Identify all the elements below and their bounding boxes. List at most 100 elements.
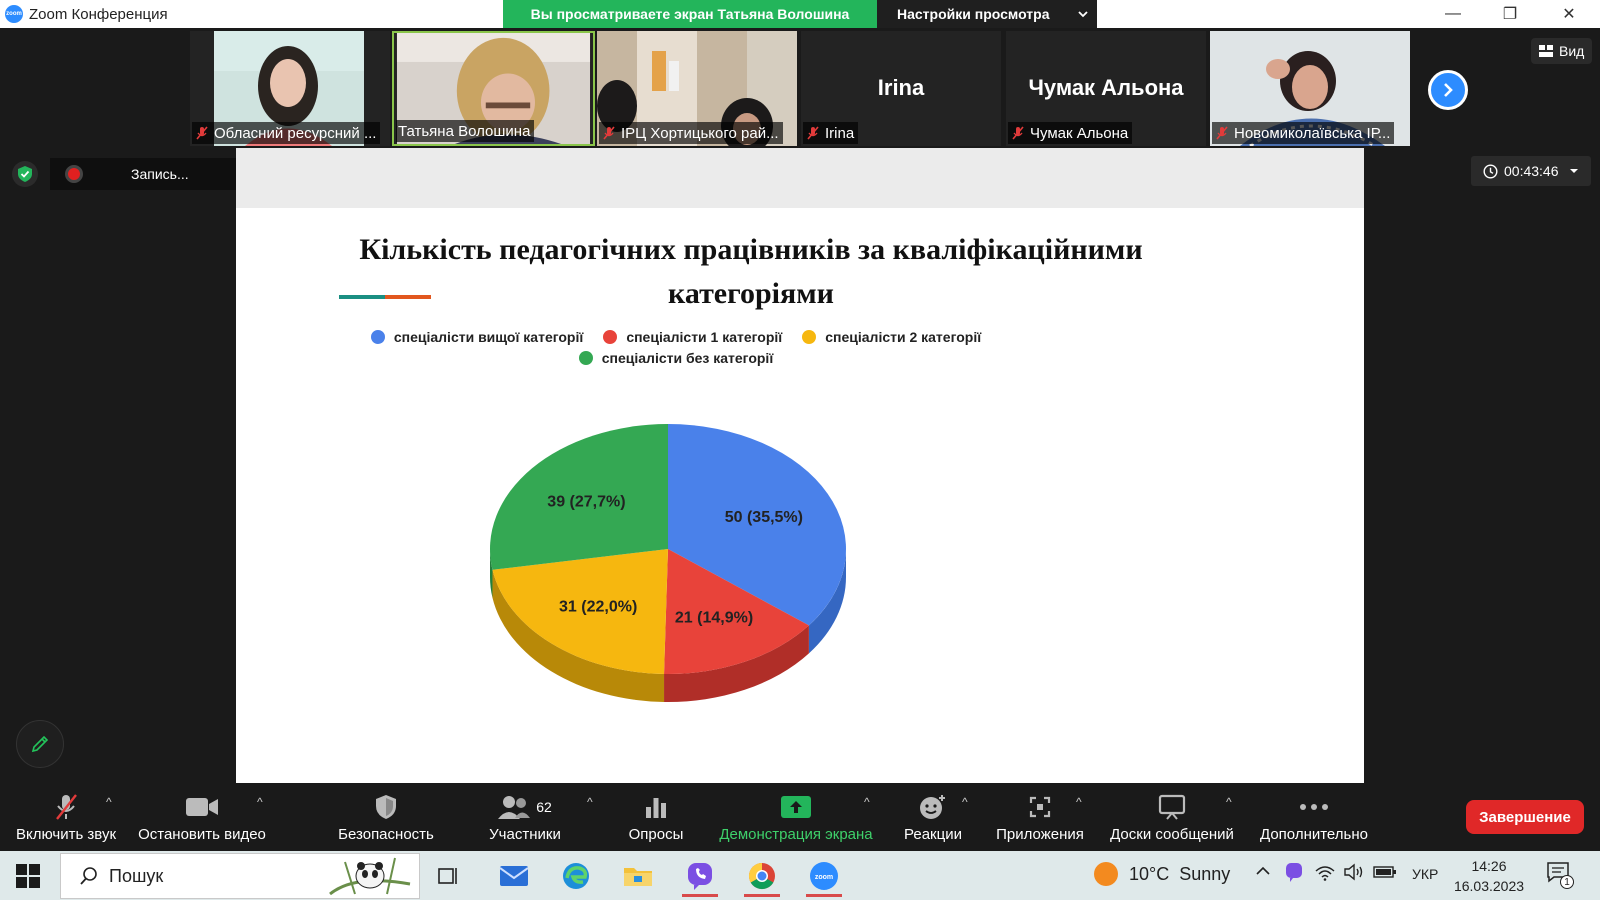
participant-name: Чумак Альона [1030, 124, 1129, 142]
share-screen-button[interactable]: Демонстрация экрана [714, 786, 878, 850]
mic-off-icon [603, 126, 615, 140]
view-settings-button[interactable]: Настройки просмотра [877, 0, 1097, 28]
clock-time: 14:26 [1471, 858, 1507, 874]
participants-options-caret[interactable]: ^ [587, 795, 593, 809]
notifications-button[interactable]: 1 [1546, 861, 1576, 891]
reactions-options-caret[interactable]: ^ [962, 795, 968, 809]
taskbar-running-indicator [682, 894, 718, 897]
view-button[interactable]: Вид [1531, 38, 1593, 64]
minimize-button[interactable]: — [1430, 0, 1476, 28]
participant-name: Обласний ресурсний ... [214, 124, 377, 142]
sun-icon [1094, 862, 1118, 886]
windows-taskbar: Пошук zoom 10°C Sunny УКР 14:26 16.03.20… [0, 851, 1600, 900]
stop-video-label: Остановить видео [138, 826, 266, 843]
whiteboards-button[interactable]: Доски сообщений [1106, 786, 1238, 850]
apps-button[interactable]: Приложения [990, 786, 1090, 850]
edge-browser-icon [563, 863, 589, 889]
more-button[interactable]: Дополнительно [1254, 786, 1374, 850]
legend-label: спеціалісти без категорії [601, 350, 774, 366]
shared-screen: 50 (35,5%) 21 (14,9%) 31 (22,0%) 39 (27,7%)… [236, 148, 1364, 783]
title-accent-line [339, 295, 431, 299]
participant-tile[interactable]: Новомиколаївська ІР... [1210, 31, 1410, 146]
pie-slice-label: 31 (22,0%) [559, 599, 637, 616]
viber-tray-icon[interactable] [1284, 861, 1304, 883]
taskbar-mail[interactable] [486, 855, 542, 897]
chart-legend: спеціалісти вищої категорії спеціалісти … [336, 329, 1016, 371]
mic-off-icon [1216, 126, 1228, 140]
chevron-down-icon [1078, 11, 1089, 18]
taskbar-task-view[interactable] [420, 855, 476, 897]
taskbar-file-explorer[interactable] [610, 855, 666, 897]
apps-options-caret[interactable]: ^ [1076, 795, 1082, 809]
next-participants-button[interactable] [1428, 70, 1468, 110]
taskbar-running-indicator [806, 894, 842, 897]
taskbar-viber[interactable] [672, 855, 728, 897]
mail-icon [499, 866, 529, 886]
taskbar-chrome[interactable] [734, 855, 790, 897]
participants-icon [498, 796, 531, 819]
stop-video-button[interactable]: Остановить видео [134, 786, 270, 850]
participant-name-tag: Обласний ресурсний ... [192, 122, 381, 144]
legend-item: спеціалісти 2 категорії [802, 329, 981, 345]
legend-label: спеціалісти 2 категорії [825, 329, 982, 345]
participant-name: Irina [825, 124, 855, 142]
share-options-caret[interactable]: ^ [864, 795, 870, 809]
zoom-logo-icon: zoom [5, 5, 23, 23]
reactions-button[interactable]: Реакции [900, 786, 966, 850]
pie-slice-label: 21 (14,9%) [675, 610, 753, 627]
legend-swatch [603, 330, 618, 344]
battery-icon[interactable] [1373, 864, 1397, 880]
participant-tile[interactable]: Irina Irina [801, 31, 1001, 146]
app-title-text: Zoom Конференция [29, 5, 168, 23]
chevron-right-icon [1444, 83, 1453, 97]
participant-tile[interactable]: ІРЦ Хортицького рай... [597, 31, 797, 146]
smiley-add-icon [920, 795, 945, 819]
search-placeholder: Пошук [109, 865, 164, 886]
wifi-icon[interactable] [1315, 863, 1335, 881]
end-meeting-button[interactable]: Завершение [1466, 800, 1584, 834]
polls-button[interactable]: Опросы [620, 786, 692, 850]
security-button[interactable]: Безопасность [332, 786, 440, 850]
mic-off-icon [807, 126, 819, 140]
taskbar-zoom[interactable]: zoom [796, 855, 852, 897]
pie-slice-label: 39 (27,7%) [547, 494, 625, 511]
more-label: Дополнительно [1260, 826, 1368, 843]
whiteboards-label: Доски сообщений [1110, 826, 1234, 843]
participant-tile[interactable]: Чумак Альона Чумак Альона [1006, 31, 1206, 146]
close-button[interactable]: ✕ [1546, 0, 1592, 28]
meeting-timer[interactable]: 00:43:46 [1471, 156, 1591, 186]
taskbar-edge[interactable] [548, 855, 604, 897]
participant-tile[interactable]: Обласний ресурсний ... [190, 31, 390, 146]
encryption-shield-icon[interactable] [12, 161, 38, 187]
legend-swatch [802, 330, 817, 344]
taskbar-weather[interactable]: 10°C Sunny [1093, 861, 1230, 887]
security-label: Безопасность [338, 826, 434, 843]
participant-name: Татьяна Волошина [398, 122, 531, 140]
legend-item: спеціалісти без категорії [578, 350, 774, 366]
slide-title: Кількість педагогічних працівників за кв… [336, 228, 1166, 316]
audio-options-caret[interactable]: ^ [106, 795, 112, 809]
participant-tile-active-speaker[interactable]: Татьяна Волошина [392, 31, 595, 146]
apps-icon [1029, 796, 1051, 818]
taskbar-search[interactable]: Пошук [60, 853, 420, 899]
input-language[interactable]: УКР [1412, 866, 1438, 882]
task-view-icon [438, 868, 457, 884]
pie-slice-label: 50 (35,5%) [725, 509, 803, 526]
taskbar-clock[interactable]: 14:26 16.03.2023 [1452, 856, 1526, 896]
restore-button[interactable]: ❐ [1487, 0, 1533, 28]
slide-title-line-2: категоріями [668, 277, 834, 310]
speaker-icon[interactable] [1343, 863, 1365, 881]
participants-button[interactable]: 62 Участники [486, 786, 564, 850]
viber-icon [688, 863, 712, 890]
chevron-up-icon[interactable] [1255, 865, 1271, 877]
participant-name: Новомиколаївська ІР... [1234, 124, 1391, 142]
video-options-caret[interactable]: ^ [257, 795, 263, 809]
legend-label: спеціалісти вищої категорії [393, 329, 584, 345]
windows-start-icon[interactable] [14, 862, 42, 890]
legend-row: спеціалісти вищої категорії спеціалісти … [336, 329, 1016, 345]
whiteboards-options-caret[interactable]: ^ [1226, 795, 1232, 809]
annotate-pen-button[interactable] [16, 720, 64, 768]
apps-label: Приложения [996, 826, 1084, 843]
participant-name-tag: Новомиколаївська ІР... [1212, 122, 1395, 144]
zoom-app-icon-text: zoom [815, 874, 833, 881]
